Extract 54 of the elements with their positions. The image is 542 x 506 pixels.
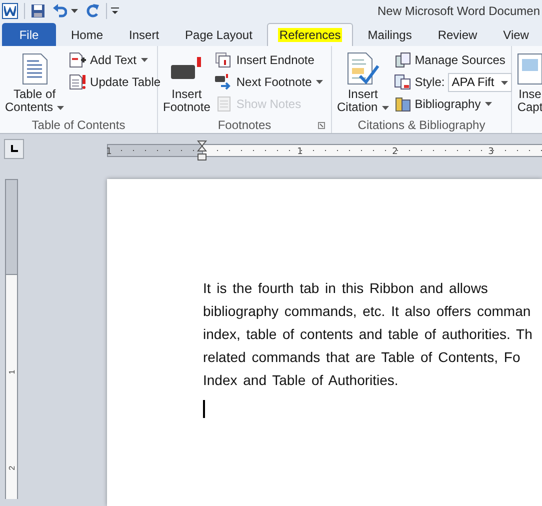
tab-stop-selector[interactable]	[4, 139, 24, 159]
caret-icon	[501, 80, 508, 85]
page-exclamation-icon	[69, 74, 88, 90]
word-logo-icon[interactable]	[2, 3, 18, 19]
ribbon-button[interactable]: Update Table	[69, 72, 161, 92]
window-title: New Microsoft Word Documen	[378, 3, 541, 20]
horizontal-ruler: 1 1 2 3	[107, 137, 542, 161]
ribbon-button[interactable]: Add Text	[69, 50, 161, 70]
ribbon-tab[interactable]: Mailings	[356, 23, 423, 46]
save-icon[interactable]	[31, 4, 45, 18]
book-stack-icon	[394, 96, 412, 112]
redo-icon[interactable]	[86, 4, 100, 18]
caret-icon	[57, 106, 64, 110]
customize-toolbar-icon[interactable]	[111, 7, 119, 15]
ribbon-button[interactable]: Next Footnote	[215, 72, 323, 92]
citation-document-icon	[346, 52, 380, 86]
caret-icon	[484, 102, 492, 106]
group-label: Citations & Bibliography	[358, 117, 486, 134]
ribbon-tab[interactable]: Page Layout	[174, 23, 264, 46]
style-dropdown[interactable]: APA Fift	[448, 72, 512, 92]
page-plus-icon	[69, 52, 88, 68]
books-icon	[394, 52, 412, 68]
group-label: Table of Contents	[32, 117, 126, 134]
page-style-icon	[394, 74, 412, 90]
text-cursor	[203, 400, 205, 418]
ribbon-tab[interactable]: Insert	[118, 23, 170, 46]
page-lines-icon	[215, 96, 234, 112]
style-label: Style:	[414, 74, 445, 91]
document-text: related commands that are Table of Contents, Fo	[203, 348, 522, 367]
ribbon-tab[interactable]: Home	[60, 23, 114, 46]
document-list-icon	[22, 53, 48, 85]
dialog-launcher-icon[interactable]	[318, 122, 325, 129]
ribbon-button[interactable]: Manage Sources	[394, 50, 512, 70]
undo-icon[interactable]	[53, 4, 67, 18]
ribbon-button[interactable]: Insert Endnote	[215, 50, 323, 70]
ribbon-button[interactable]: Bibliography	[394, 94, 512, 114]
large-ribbon-button[interactable]: Table of Contents	[0, 50, 70, 117]
document-text: It is the fourth tab in this Ribbon and allows	[203, 279, 489, 298]
large-ribbon-button[interactable]: Insert Citation	[332, 50, 394, 117]
vertical-ruler: 1 2	[5, 179, 18, 499]
stacked-pages-icon	[215, 52, 234, 68]
corner-icon	[10, 145, 18, 153]
caret-icon	[140, 58, 148, 62]
caret-icon	[316, 80, 323, 84]
ribbon-tab[interactable]: References	[267, 23, 353, 46]
ribbon-tab[interactable]: Review	[426, 23, 488, 46]
caret-icon	[382, 106, 389, 110]
caret-icon[interactable]	[71, 9, 78, 13]
document-text: bibliography commands, etc. It also offers comman	[203, 302, 532, 321]
ribbon-tab[interactable]: View	[492, 23, 540, 46]
file-tab[interactable]: File	[2, 23, 56, 46]
group-label: Footnotes	[218, 117, 272, 134]
document-text: index, table of contents and table of authorities. Th	[203, 325, 534, 344]
document-text: Index and Table of Authorities.	[203, 371, 400, 390]
